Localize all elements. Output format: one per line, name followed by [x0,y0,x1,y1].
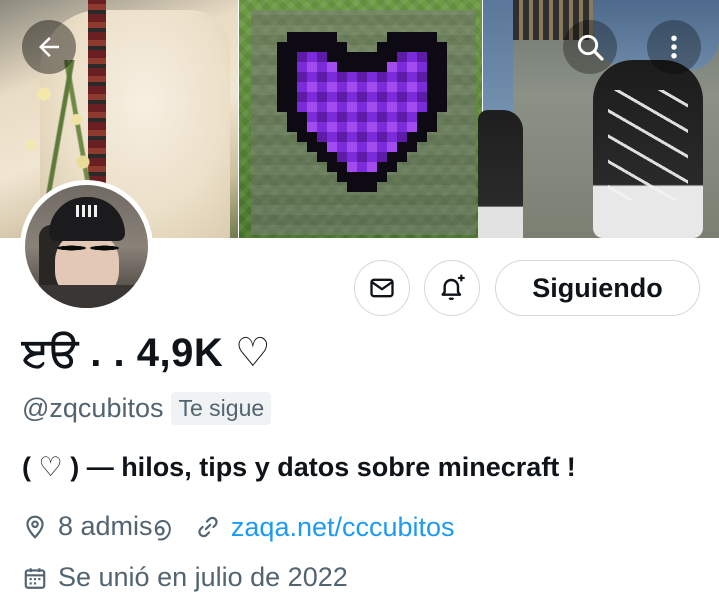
banner-photo-minecraft-heart [239,0,482,238]
joined-text: Se unió en julio de 2022 [58,562,348,592]
following-button[interactable]: Siguiendo [495,260,700,316]
message-button[interactable] [354,260,410,316]
search-icon [577,34,604,61]
bio: ( ♡ ) — hilos, tips y datos sobre minecr… [22,452,576,482]
avatar[interactable] [20,180,153,313]
avatar-image [25,185,148,308]
website-link[interactable]: zaqa.net/cccubitos [231,512,455,543]
link-icon [198,516,218,538]
profile-meta-row: 8 admis൭ zaqa.net/cccubitos [22,511,455,543]
location-item: 8 admis൭ [22,511,171,543]
handle: @zqcubitos [22,393,164,423]
joined-row: Se unió en julio de 2022 [22,562,348,593]
mail-icon [370,278,394,298]
notify-button[interactable] [424,260,480,316]
follows-you-badge: Te sigue [171,392,272,425]
location-text: 8 admis൭ [58,511,171,541]
joined-item: Se unió en julio de 2022 [22,562,348,593]
location-pin-icon [26,515,44,539]
more-options-button[interactable] [647,20,701,74]
calendar-icon [24,567,46,589]
display-name: ੲੳ . . 4,9K ♡ [22,331,272,375]
search-button[interactable] [563,20,617,74]
bell-plus-icon [441,274,465,301]
website-item[interactable]: zaqa.net/cccubitos [195,512,455,543]
handle-row: @zqcubitos Te sigue [22,392,272,425]
arrow-left-icon [39,37,59,57]
back-button[interactable] [22,20,76,74]
more-vertical-icon [671,35,677,59]
